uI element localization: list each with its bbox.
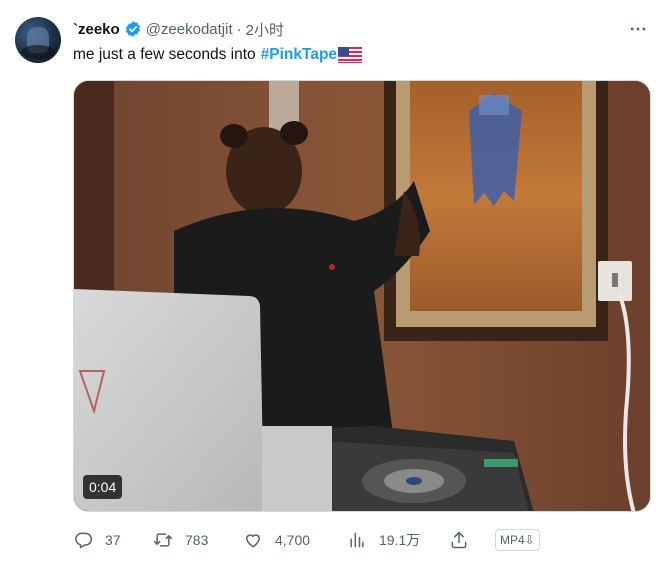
hashtag-link[interactable]: #PinkTape xyxy=(261,44,337,66)
reply-button[interactable]: 37 xyxy=(73,526,121,554)
views-button[interactable]: 19.1万 xyxy=(347,526,420,554)
video-player[interactable]: 0:04 xyxy=(73,80,651,512)
avatar[interactable] xyxy=(15,17,61,63)
tweet-text: me just a few seconds into #PinkTape xyxy=(73,44,363,66)
video-duration-badge: 0:04 xyxy=(83,475,123,499)
verified-badge-icon xyxy=(124,20,142,38)
analytics-bar-icon xyxy=(350,532,364,548)
like-button[interactable]: 4,700 xyxy=(243,526,310,554)
user-handle[interactable]: @zeekodatjit xyxy=(146,21,233,38)
share-upload-icon xyxy=(451,531,467,549)
tweet-text-body: me just a few seconds into xyxy=(73,46,256,63)
mp4-download-button[interactable]: MP4⇩ xyxy=(495,526,540,554)
heart-icon xyxy=(246,534,260,548)
retweet-count: 783 xyxy=(185,532,209,548)
view-count: 19.1万 xyxy=(379,532,421,548)
us-flag-emoji-icon xyxy=(338,47,363,63)
retweet-icon xyxy=(153,533,173,547)
share-button[interactable] xyxy=(449,526,481,554)
reply-icon xyxy=(75,532,93,549)
tweet-card: `zeeko @zeekodatjit · 2小时 me just a few … xyxy=(0,0,667,562)
timestamp[interactable]: 2小时 xyxy=(246,19,284,40)
mp4-download-label: MP4⇩ xyxy=(495,529,540,551)
video-frame-image xyxy=(74,81,650,511)
display-name[interactable]: `zeeko xyxy=(73,21,120,38)
separator-dot: · xyxy=(236,20,242,38)
retweet-button[interactable]: 783 xyxy=(153,526,208,554)
like-count: 4,700 xyxy=(275,532,311,548)
tweet-header: `zeeko @zeekodatjit · 2小时 xyxy=(73,18,284,40)
more-options-icon[interactable] xyxy=(627,18,649,40)
reply-count: 37 xyxy=(105,532,121,548)
action-bar: 37 783 4,700 19.1万 MP4⇩ xyxy=(73,526,633,554)
